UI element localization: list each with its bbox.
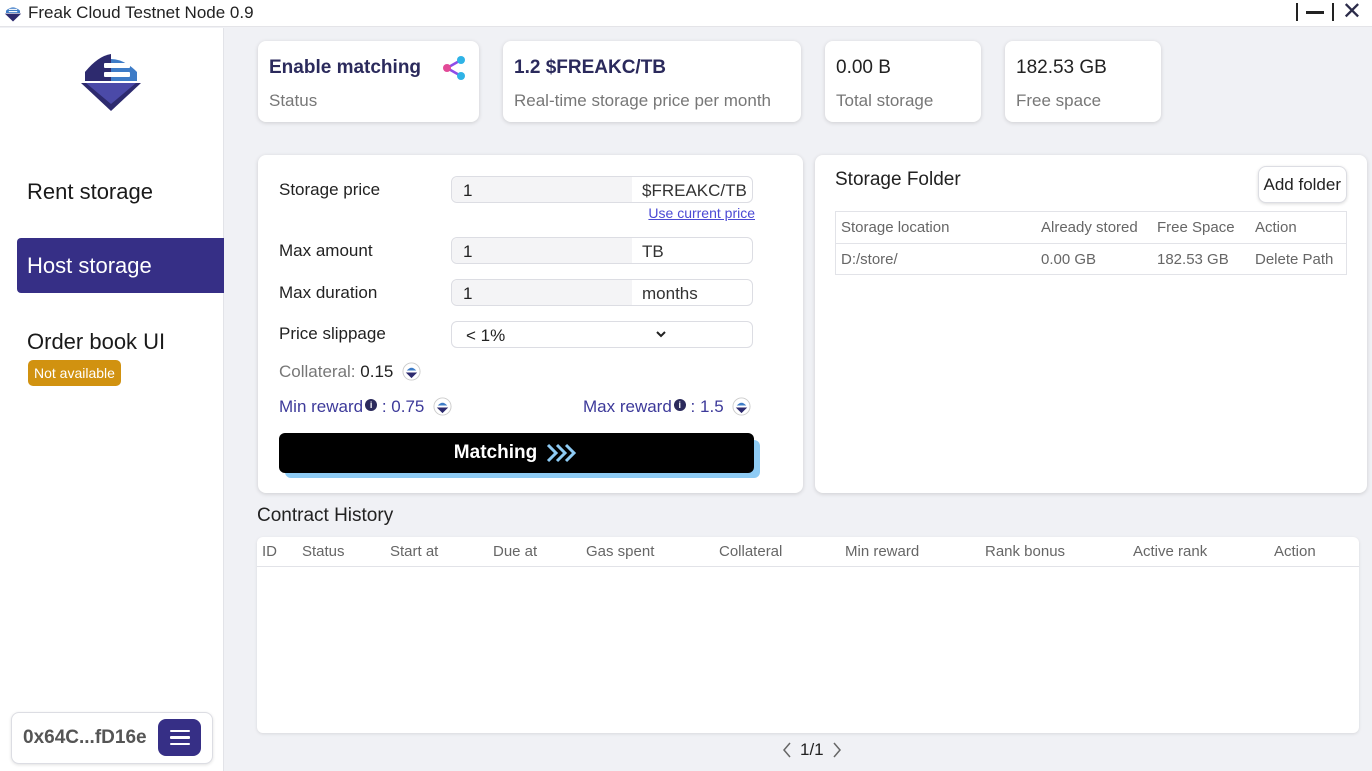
stat-value: 1.2 $FREAKC/TB [514,57,667,78]
minimize-icon[interactable] [1305,10,1324,14]
matching-button-wrap: Matching [279,433,760,479]
storage-folder-panel: Storage Folder Add folder Storage locati… [815,155,1367,493]
double-chevron-right-icon [547,443,577,463]
sidebar: Rent storage Host storage Order book UI … [0,28,224,771]
status-badge: Not available [28,360,121,386]
max-amount-input[interactable]: 1 TB [451,237,753,264]
use-current-price-link[interactable]: Use current price [648,205,755,221]
freak-cloud-logo [81,54,141,111]
pagination: 1/1 [782,740,842,760]
sidebar-item-rent-storage[interactable]: Rent storage [17,164,224,219]
max-duration-input[interactable]: 1 months [451,279,753,306]
min-reward-value: 0.75 [391,397,425,416]
unit-label: TB [642,242,664,261]
max-amount-label: Max amount [279,241,373,260]
app-logo-icon [4,7,22,22]
max-reward-value: 1.5 [700,397,724,416]
stat-value: 182.53 GB [1016,57,1107,78]
info-icon[interactable]: i [365,399,378,411]
collateral-value: 0.15 [360,362,394,381]
freak-coin-icon [402,362,421,381]
stat-card-price: 1.2 $FREAKC/TB Real-time storage price p… [503,41,801,122]
max-duration-label: Max duration [279,283,378,302]
close-icon[interactable]: ✕ [1342,0,1362,24]
stat-label: Real-time storage price per month [514,91,772,110]
menu-button[interactable] [158,719,201,756]
stat-label: Status [269,91,318,110]
sidebar-item-label: Host storage [27,252,152,278]
price-slippage-label: Price slippage [279,324,386,343]
stat-card-free-space: 182.53 GB Free space [1005,41,1161,122]
delete-path-link[interactable]: Delete Path [1255,251,1333,268]
contract-history-table: ID Status Start at Due at Gas spent Coll… [257,537,1359,733]
stat-card-total-storage: 0.00 B Total storage [825,41,981,122]
sidebar-item-label: Order book UI [27,328,166,354]
chevron-down-icon [656,331,666,338]
window-title: Freak Cloud Testnet Node 0.9 [28,3,254,22]
freak-coin-icon [732,397,751,416]
freak-coin-icon [433,397,452,416]
sidebar-item-host-storage[interactable]: Host storage [17,238,224,293]
window-controls: ✕ [1295,0,1362,24]
storage-folder-table: Storage location Already stored Free Spa… [835,211,1347,275]
add-folder-button[interactable]: Add folder [1257,166,1347,203]
separator [1331,3,1334,21]
sidebar-item-label: Rent storage [27,178,153,204]
min-reward-row: Min reward i : 0.75 [279,397,452,417]
stat-label: Total storage [836,91,934,110]
storage-price-label: Storage price [279,180,381,199]
storage-price-input[interactable]: 1 $FREAKC/TB [451,176,753,203]
wallet-box: 0x64C...fD16e [11,712,213,764]
collateral-row: Collateral: 0.15 [279,362,421,382]
stat-value: Enable matching [269,57,422,78]
stat-value: 0.00 B [836,57,891,78]
title-bar: Freak Cloud Testnet Node 0.9 ✕ [0,0,1372,27]
page-indicator: 1/1 [800,740,824,759]
wallet-address[interactable]: 0x64C...fD16e [23,727,147,749]
max-reward-row: Max reward i : 1.5 [583,397,751,417]
host-form-panel: Storage price 1 $FREAKC/TB Use current p… [258,155,803,493]
contract-history-title: Contract History [257,505,394,526]
separator [1295,3,1298,21]
stat-card-status: Enable matching Status [258,41,479,122]
hamburger-icon [169,742,190,746]
stat-label: Free space [1016,91,1102,110]
storage-folder-title: Storage Folder [835,169,961,190]
matching-button[interactable]: Matching [279,433,754,473]
info-icon[interactable]: i [673,399,686,411]
price-slippage-select[interactable]: < 1% [451,321,753,348]
unit-label: $FREAKC/TB [642,181,747,200]
table-header: ID Status Start at Due at Gas spent Coll… [257,537,1359,567]
share-icon[interactable] [441,55,467,81]
table-header: Storage location Already stored Free Spa… [841,219,1297,236]
hamburger-icon [169,729,190,733]
unit-label: months [642,284,698,303]
hamburger-icon [169,736,190,739]
chevron-left-icon[interactable] [782,741,792,759]
table-row: D:/store/ 0.00 GB 182.53 GB Delete Path [836,243,1346,274]
chevron-right-icon[interactable] [832,741,842,759]
